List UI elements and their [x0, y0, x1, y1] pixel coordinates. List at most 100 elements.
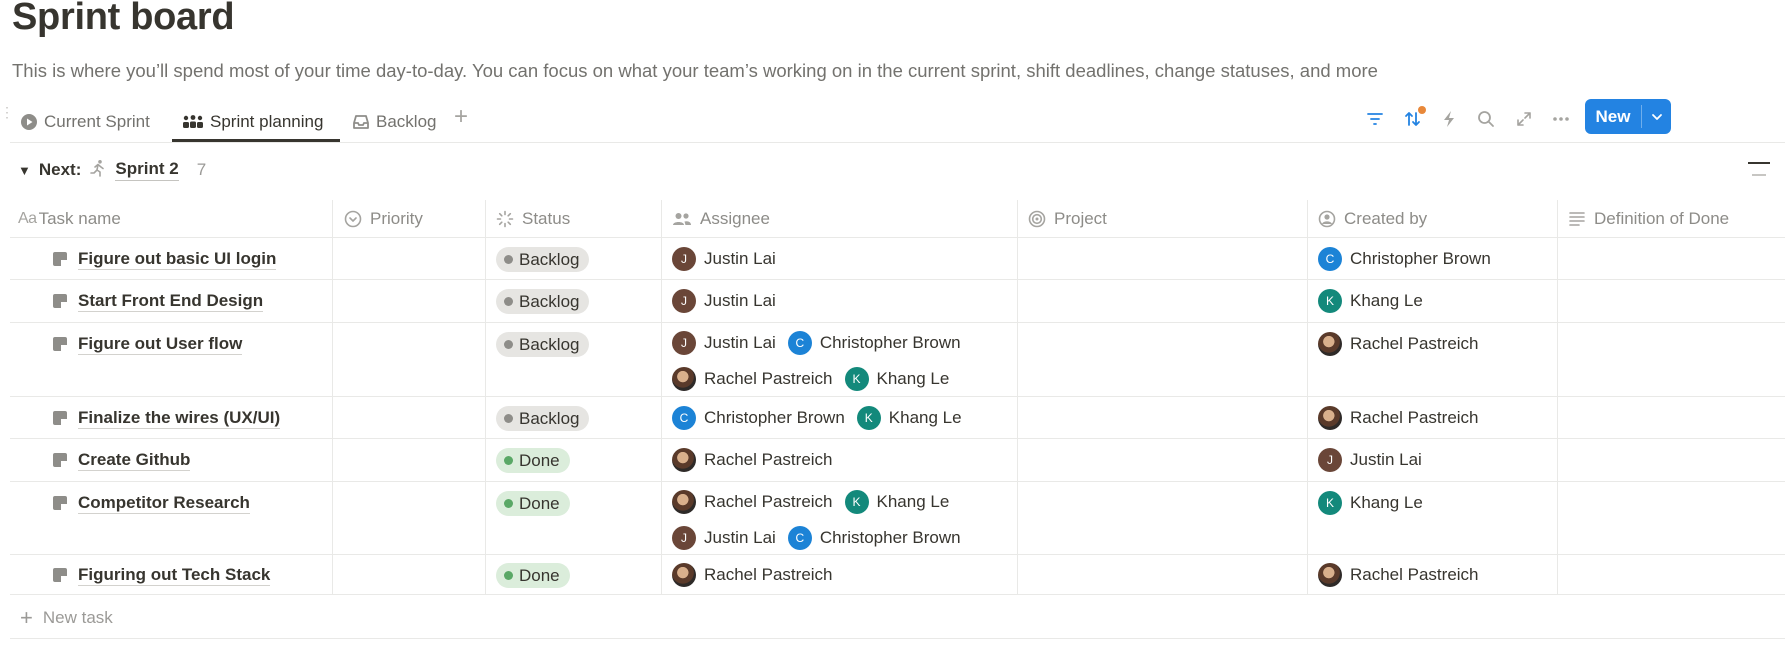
avatar: K [844, 367, 869, 391]
task-name[interactable]: Competitor Research [78, 493, 250, 514]
assignee-person: C Christopher Brown [787, 327, 961, 359]
tab-backlog[interactable]: Backlog [352, 104, 436, 140]
avatar [1318, 563, 1342, 587]
column-created-by[interactable]: Created by [1318, 200, 1427, 238]
created-by-cell[interactable]: C Christopher Brown [1318, 238, 1493, 280]
assignee-person: C Christopher Brown [672, 397, 845, 439]
status-badge[interactable]: Done [496, 563, 570, 588]
status-badge[interactable]: Backlog [496, 247, 590, 272]
task-name[interactable]: Figure out basic UI login [78, 249, 277, 270]
created-by-cell[interactable]: Rachel Pastreich [1318, 554, 1481, 596]
expand-icon[interactable] [1511, 106, 1537, 132]
search-icon[interactable] [1473, 106, 1499, 132]
column-task-name[interactable]: Aa Task name [18, 200, 121, 238]
drag-handle-icon[interactable]: ⋮ [0, 105, 14, 124]
assignee-person: K Khang Le [844, 363, 950, 395]
filter-icon[interactable] [1362, 106, 1388, 132]
tab-current-sprint[interactable]: Current Sprint [20, 104, 150, 140]
status-type-icon [496, 210, 514, 228]
created-by-cell[interactable]: K Khang Le [1318, 482, 1425, 524]
task-name[interactable]: Figuring out Tech Stack [78, 565, 271, 586]
table-bottom-divider [10, 638, 1785, 639]
column-definition-of-done[interactable]: Definition of Done [1568, 200, 1729, 238]
group-sprint-link[interactable]: Sprint 2 [115, 159, 179, 181]
avatar [672, 367, 696, 391]
status-dot [504, 499, 513, 508]
task-name-cell[interactable]: Figure out User flow [52, 323, 243, 365]
table-row[interactable]: Start Front End Design Backlog J Justin L… [10, 280, 1785, 323]
table-row[interactable]: Figuring out Tech Stack Done Rachel Past… [10, 555, 1785, 595]
assignee-cell[interactable]: Rachel Pastreich [672, 439, 1022, 481]
task-name[interactable]: Create Github [78, 450, 191, 471]
sort-icon[interactable] [1400, 106, 1426, 132]
assignee-person: K Khang Le [844, 486, 950, 518]
avatar: K [856, 406, 881, 430]
team-icon [182, 114, 204, 130]
assignee-person: Rachel Pastreich [672, 439, 833, 481]
status-badge[interactable]: Done [496, 491, 570, 516]
table-row[interactable]: Figure out basic UI login Backlog J Justi… [10, 238, 1785, 280]
status-badge[interactable]: Done [496, 448, 570, 473]
assignee-cell[interactable]: J Justin Lai [672, 280, 1022, 322]
assignee-cell[interactable]: C Christopher Brown K Khang Le [672, 397, 1022, 439]
task-name-cell[interactable]: Create Github [52, 439, 191, 481]
task-name-cell[interactable]: Competitor Research [52, 482, 250, 524]
collapse-toggle-icon[interactable]: ▼ [18, 163, 31, 178]
automation-bolt-icon[interactable] [1436, 106, 1462, 132]
task-name-cell[interactable]: Start Front End Design [52, 280, 264, 322]
status-badge[interactable]: Backlog [496, 332, 590, 357]
column-label: Project [1054, 209, 1107, 228]
assignee-cell[interactable]: Rachel Pastreich K Khang Le J Justin Lai C… [672, 482, 1022, 554]
new-button[interactable]: New [1585, 99, 1671, 134]
add-view-icon[interactable]: + [454, 104, 468, 130]
created-by-cell[interactable]: Rachel Pastreich [1318, 397, 1481, 439]
person-name: Khang Le [876, 369, 950, 388]
column-project[interactable]: Project [1028, 200, 1107, 238]
task-name-cell[interactable]: Figuring out Tech Stack [52, 555, 271, 595]
sort-active-badge [1418, 106, 1426, 114]
group-menu-icon[interactable] [1748, 160, 1770, 182]
avatar: J [672, 247, 696, 271]
more-options-icon[interactable] [1548, 106, 1574, 132]
column-status[interactable]: Status [496, 200, 570, 238]
play-circle-icon [20, 113, 38, 131]
person-name: Rachel Pastreich [1350, 408, 1479, 427]
person-name: Justin Lai [704, 528, 776, 547]
relation-type-icon [1028, 210, 1046, 228]
person-name: Rachel Pastreich [1350, 565, 1479, 584]
task-name[interactable]: Start Front End Design [78, 291, 264, 312]
new-button-label[interactable]: New [1585, 99, 1641, 134]
status-badge[interactable]: Backlog [496, 406, 590, 431]
task-name-cell[interactable]: Figure out basic UI login [52, 238, 277, 280]
avatar: J [1318, 448, 1342, 472]
person-name: Khang Le [876, 492, 950, 511]
chevron-down-icon[interactable] [1642, 99, 1671, 134]
status-label: Done [519, 450, 560, 470]
avatar [672, 490, 696, 514]
table-row[interactable]: Finalize the wires (UX/UI) Backlog C Chri… [10, 397, 1785, 439]
assignee-cell[interactable]: Rachel Pastreich [672, 554, 1022, 596]
table-row[interactable]: Figure out User flow Backlog J Justin Lai… [10, 323, 1785, 397]
assignee-cell[interactable]: J Justin Lai [672, 238, 1022, 280]
assignee-cell[interactable]: J Justin Lai C Christopher Brown Rachel Pa… [672, 323, 1022, 395]
task-name[interactable]: Finalize the wires (UX/UI) [78, 408, 281, 429]
new-task-button[interactable]: + New task [20, 606, 113, 630]
task-name[interactable]: Figure out User flow [78, 334, 243, 355]
created-by-cell[interactable]: J Justin Lai [1318, 439, 1424, 481]
column-priority[interactable]: Priority [344, 200, 423, 238]
avatar: J [672, 289, 696, 313]
creator-person: C Christopher Brown [1318, 238, 1491, 280]
table-row[interactable]: Competitor Research Done Rachel Pastreic… [10, 482, 1785, 555]
tab-sprint-planning[interactable]: Sprint planning [182, 104, 323, 140]
page-icon [52, 251, 68, 267]
page-title: Sprint board [12, 0, 235, 38]
column-label: Assignee [700, 209, 770, 228]
table-row[interactable]: Create Github Done Rachel Pastreich J Jus… [10, 439, 1785, 482]
task-name-cell[interactable]: Finalize the wires (UX/UI) [52, 397, 281, 439]
created-by-cell[interactable]: Rachel Pastreich [1318, 323, 1481, 365]
select-type-icon [344, 210, 362, 228]
column-assignee[interactable]: Assignee [672, 200, 770, 238]
created-by-cell[interactable]: K Khang Le [1318, 280, 1425, 322]
person-name: Rachel Pastreich [704, 492, 833, 511]
status-badge[interactable]: Backlog [496, 289, 590, 314]
